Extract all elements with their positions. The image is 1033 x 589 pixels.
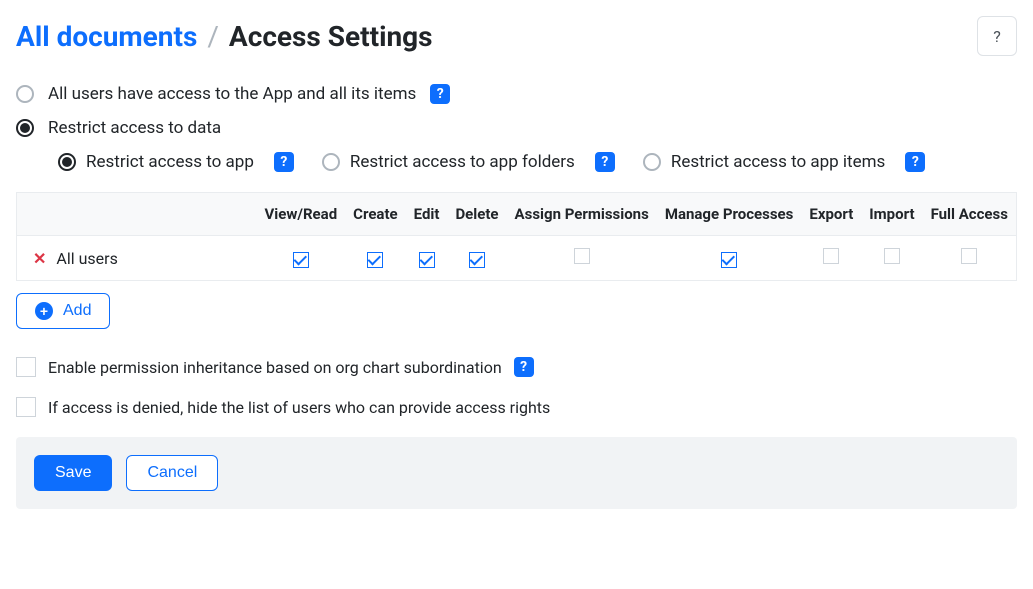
add-button[interactable]: + Add	[16, 293, 110, 329]
table-row: ✕ All users	[17, 236, 1017, 281]
radio-restrict-label: Restrict access to data	[48, 118, 221, 138]
cancel-button[interactable]: Cancel	[126, 455, 218, 491]
row-label: All users	[56, 249, 117, 268]
permission-checkbox[interactable]	[469, 252, 485, 268]
radio-all-users[interactable]	[16, 85, 34, 103]
col-create: Create	[345, 193, 405, 236]
checkbox-hide-denied-label: If access is denied, hide the list of us…	[48, 398, 550, 417]
col-export: Export	[801, 193, 861, 236]
footer-bar: Save Cancel	[16, 437, 1017, 509]
permission-checkbox[interactable]	[419, 252, 435, 268]
checkbox-inherit[interactable]	[16, 357, 36, 377]
col-manage-processes: Manage Processes	[657, 193, 802, 236]
radio-restrict-app[interactable]	[58, 153, 76, 171]
checkbox-inherit-label: Enable permission inheritance based on o…	[48, 358, 502, 377]
permission-checkbox[interactable]	[574, 248, 590, 264]
help-restrict-app[interactable]: ?	[274, 152, 294, 172]
help-icon: ?	[993, 27, 1001, 46]
plus-icon: +	[35, 302, 53, 320]
table-header-row: View/Read Create Edit Delete Assign Perm…	[17, 193, 1017, 236]
radio-restrict-items[interactable]	[643, 153, 661, 171]
help-restrict-folders[interactable]: ?	[595, 152, 615, 172]
permissions-table: View/Read Create Edit Delete Assign Perm…	[16, 192, 1017, 281]
checkbox-hide-denied[interactable]	[16, 397, 36, 417]
breadcrumb-link[interactable]: All documents	[16, 20, 197, 53]
permission-checkbox[interactable]	[884, 248, 900, 264]
radio-dot-icon	[20, 123, 30, 133]
page-help-button[interactable]: ?	[977, 16, 1017, 56]
permission-checkbox[interactable]	[823, 248, 839, 264]
help-inherit[interactable]: ?	[514, 357, 534, 377]
breadcrumb: All documents / Access Settings	[16, 20, 433, 53]
radio-restrict-folders-label: Restrict access to app folders	[350, 152, 575, 172]
permission-checkbox[interactable]	[367, 252, 383, 268]
radio-dot-icon	[62, 157, 72, 167]
col-import: Import	[861, 193, 922, 236]
col-view: View/Read	[257, 193, 346, 236]
col-edit: Edit	[406, 193, 448, 236]
radio-restrict-app-label: Restrict access to app	[86, 152, 254, 172]
col-delete: Delete	[447, 193, 506, 236]
radio-restrict[interactable]	[16, 119, 34, 137]
help-restrict-items[interactable]: ?	[905, 152, 925, 172]
permission-checkbox[interactable]	[961, 248, 977, 264]
col-assign-permissions: Assign Permissions	[507, 193, 657, 236]
radio-all-users-label: All users have access to the App and all…	[48, 84, 416, 104]
col-full-access: Full Access	[923, 193, 1017, 236]
page-title: Access Settings	[229, 20, 433, 53]
help-all-users[interactable]: ?	[430, 84, 450, 104]
remove-row-icon[interactable]: ✕	[33, 249, 46, 268]
save-button[interactable]: Save	[34, 455, 112, 491]
add-button-label: Add	[63, 302, 91, 320]
radio-restrict-folders[interactable]	[322, 153, 340, 171]
breadcrumb-sep: /	[207, 20, 219, 53]
radio-restrict-items-label: Restrict access to app items	[671, 152, 885, 172]
permission-checkbox[interactable]	[293, 252, 309, 268]
permission-checkbox[interactable]	[721, 252, 737, 268]
